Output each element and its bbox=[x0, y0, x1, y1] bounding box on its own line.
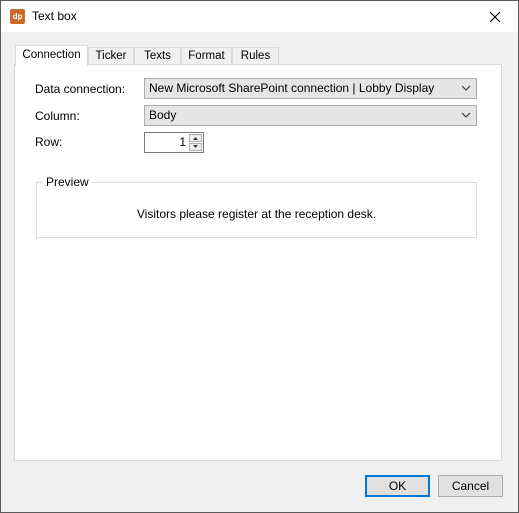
data-connection-select[interactable]: New Microsoft SharePoint connection | Lo… bbox=[144, 78, 477, 99]
chevron-down-icon bbox=[461, 112, 471, 118]
column-label: Column: bbox=[35, 109, 80, 123]
tab-texts[interactable]: Texts bbox=[134, 47, 181, 65]
row-decrement-button[interactable] bbox=[189, 143, 202, 151]
data-connection-label: Data connection: bbox=[35, 82, 126, 96]
close-icon bbox=[489, 11, 501, 22]
tab-format[interactable]: Format bbox=[181, 47, 232, 65]
tab-rules[interactable]: Rules bbox=[232, 47, 279, 65]
row-label: Row: bbox=[35, 135, 63, 149]
chevron-down-icon bbox=[193, 145, 198, 148]
tab-ticker[interactable]: Ticker bbox=[88, 47, 134, 65]
close-button[interactable] bbox=[472, 1, 518, 32]
ok-button[interactable]: OK bbox=[365, 475, 430, 497]
row-value: 1 bbox=[179, 135, 186, 149]
preview-text: Visitors please register at the receptio… bbox=[136, 207, 377, 221]
chevron-up-icon bbox=[193, 137, 198, 140]
chevron-down-icon bbox=[461, 85, 471, 91]
title-bar: dp Text box bbox=[1, 1, 518, 32]
preview-title: Preview bbox=[43, 175, 92, 189]
preview-group: Preview Visitors please register at the … bbox=[36, 175, 477, 238]
dialog-window: dp Text box Connection Ticker Texts Form… bbox=[0, 0, 519, 513]
row-stepper[interactable]: 1 bbox=[144, 132, 204, 153]
window-title: Text box bbox=[32, 9, 77, 23]
app-logo-icon: dp bbox=[10, 9, 25, 24]
tab-connection[interactable]: Connection bbox=[15, 45, 88, 66]
row-increment-button[interactable] bbox=[189, 134, 202, 142]
row-stepper-buttons bbox=[189, 134, 202, 151]
cancel-button[interactable]: Cancel bbox=[438, 475, 503, 497]
column-select[interactable]: Body bbox=[144, 105, 477, 126]
column-value: Body bbox=[149, 108, 177, 122]
data-connection-value: New Microsoft SharePoint connection | Lo… bbox=[149, 81, 435, 95]
